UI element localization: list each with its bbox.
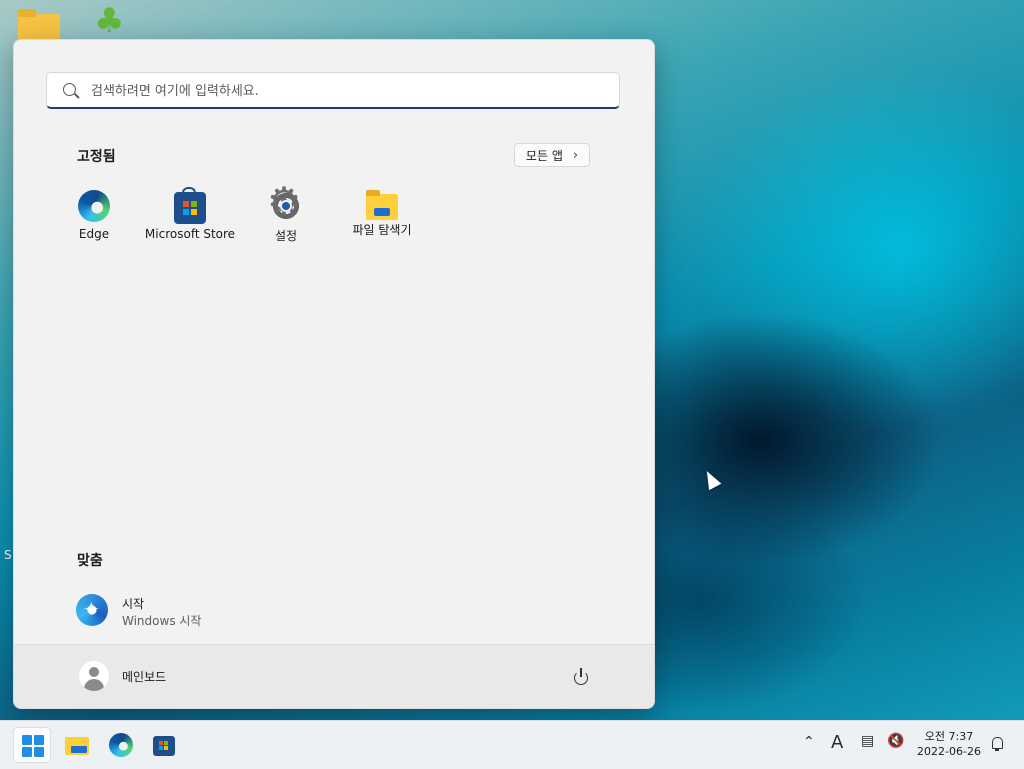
notification-bell-icon[interactable] bbox=[990, 736, 1004, 751]
taskbar-clock[interactable]: 오전 7:37 2022-06-26 bbox=[914, 729, 984, 759]
pinned-app-edge[interactable]: Edge bbox=[46, 190, 142, 250]
ime-indicator[interactable]: A bbox=[831, 732, 843, 753]
all-apps-label: 모든 앱 bbox=[525, 148, 563, 163]
desktop-clover-icon[interactable]: ♣ bbox=[94, 4, 124, 38]
power-icon[interactable] bbox=[570, 667, 592, 689]
start-button[interactable] bbox=[13, 727, 51, 763]
taskbar-store-icon[interactable] bbox=[145, 727, 183, 763]
user-name[interactable]: 메인보드 bbox=[122, 668, 166, 685]
user-avatar-icon[interactable] bbox=[79, 661, 109, 691]
desktop-folder-icon[interactable] bbox=[18, 9, 60, 40]
mouse-cursor-icon bbox=[700, 467, 722, 491]
pinned-app-label: 설정 bbox=[274, 229, 298, 243]
clock-time: 오전 7:37 bbox=[924, 730, 974, 743]
all-apps-button[interactable]: 모든 앱 › bbox=[514, 143, 590, 167]
chevron-up-icon[interactable]: ⌃ bbox=[803, 734, 815, 750]
pinned-app-label: Edge bbox=[78, 227, 110, 241]
recommended-section-title: 맞춤 bbox=[77, 553, 103, 569]
chevron-right-icon: › bbox=[572, 147, 579, 163]
pinned-section-title: 고정됨 bbox=[77, 149, 116, 165]
search-input[interactable] bbox=[89, 79, 613, 103]
windows-logo-icon bbox=[22, 735, 44, 757]
settings-gear-icon bbox=[267, 182, 302, 222]
taskbar: ⌃ A ▤ 🔇 오전 7:37 2022-06-26 bbox=[0, 720, 1024, 769]
network-icon[interactable]: ▤ bbox=[861, 733, 874, 749]
start-menu-footer: 메인보드 bbox=[14, 644, 654, 708]
pinned-app-label: 파일 탐색기 bbox=[352, 223, 412, 237]
recommended-item-name: 시작 bbox=[122, 597, 145, 611]
edge-icon bbox=[78, 190, 110, 222]
taskbar-edge-icon[interactable] bbox=[101, 727, 139, 763]
pinned-app-file-explorer[interactable]: 파일 탐색기 bbox=[334, 190, 430, 250]
search-icon bbox=[63, 83, 76, 96]
get-started-icon bbox=[76, 594, 108, 626]
desktop-partial-label: S bbox=[4, 548, 12, 562]
start-menu: 고정됨 모든 앱 › Edge Microsoft Store 설정 파일 탐색… bbox=[13, 39, 655, 709]
pinned-app-store[interactable]: Microsoft Store bbox=[142, 187, 238, 250]
pinned-app-label: Microsoft Store bbox=[144, 227, 236, 241]
file-explorer-icon bbox=[366, 190, 398, 220]
volume-muted-icon[interactable]: 🔇 bbox=[887, 733, 904, 749]
store-icon bbox=[174, 187, 206, 224]
taskbar-file-explorer-icon[interactable] bbox=[57, 727, 95, 763]
search-box[interactable] bbox=[46, 72, 620, 109]
recommended-item-get-started[interactable]: 시작 Windows 시작 bbox=[76, 592, 276, 632]
clock-date: 2022-06-26 bbox=[917, 745, 981, 758]
pinned-app-settings[interactable]: 설정 bbox=[238, 182, 334, 250]
recommended-item-description: Windows 시작 bbox=[122, 614, 202, 628]
